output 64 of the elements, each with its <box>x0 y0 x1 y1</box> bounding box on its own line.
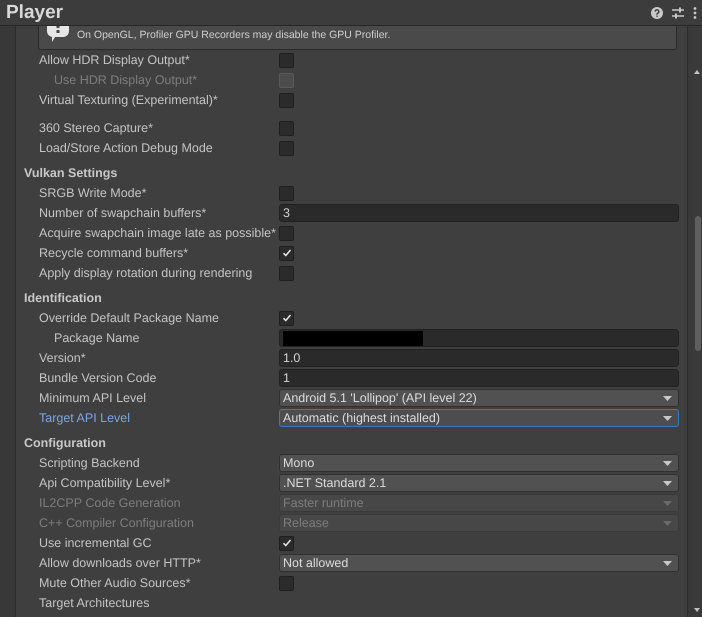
setting-label: Number of swapchain buffers* <box>38 206 208 220</box>
dropdown[interactable]: Not allowed <box>279 554 679 572</box>
scroll-down-icon[interactable] <box>694 608 700 612</box>
setting-label: Override Default Package Name <box>38 311 220 325</box>
input-field[interactable] <box>279 329 679 347</box>
warning-text: On OpenGL, Profiler GPU Recorders may disable the GPU Profiler. <box>77 29 390 41</box>
check-icon <box>282 313 292 323</box>
section-header: Vulkan Settings <box>24 165 118 182</box>
checkbox[interactable] <box>279 52 294 68</box>
checkbox[interactable] <box>279 246 294 260</box>
scroll-up-icon[interactable] <box>694 70 700 74</box>
checkbox[interactable] <box>279 140 294 156</box>
setting-label: Scripting Backend <box>38 456 141 470</box>
dropdown[interactable]: Mono <box>279 454 679 472</box>
input-field[interactable]: 3 <box>279 204 679 222</box>
section-header: Identification <box>24 290 103 307</box>
checkbox[interactable] <box>279 226 294 240</box>
checkbox[interactable] <box>279 266 294 280</box>
setting-label: Package Name <box>53 331 140 345</box>
checkbox[interactable] <box>279 92 294 108</box>
setting-label: 360 Stereo Capture* <box>38 121 154 135</box>
checkbox[interactable] <box>279 310 294 326</box>
help-icon[interactable] <box>651 6 663 18</box>
setting-label: SRGB Write Mode* <box>38 186 148 200</box>
caret-icon <box>663 520 672 526</box>
setting-label: Virtual Texturing (Experimental)* <box>38 93 219 107</box>
checkbox[interactable] <box>279 536 294 550</box>
setting-label: Recycle command buffers* <box>38 246 190 260</box>
caret-icon <box>663 416 672 420</box>
checkbox[interactable] <box>279 120 294 136</box>
setting-label: Apply display rotation during rendering <box>38 266 254 280</box>
input-field[interactable]: 1.0 <box>279 349 679 367</box>
caret-icon <box>663 460 672 466</box>
setting-label: C++ Compiler Configuration <box>38 516 195 530</box>
setting-label: Allow HDR Display Output* <box>38 53 191 67</box>
setting-label: Allow downloads over HTTP* <box>38 556 202 570</box>
check-icon <box>282 538 292 548</box>
window-title: Player <box>6 2 64 24</box>
check-icon <box>282 248 292 258</box>
dropdown[interactable]: Automatic (highest installed) <box>279 409 679 427</box>
setting-label: Use HDR Display Output* <box>53 73 198 87</box>
input-field[interactable]: 1 <box>279 369 679 387</box>
setting-label: Use incremental GC <box>38 536 153 550</box>
setting-label: Acquire swapchain image late as possible* <box>38 226 277 240</box>
checkbox[interactable] <box>279 576 294 590</box>
checkbox[interactable] <box>279 186 294 200</box>
setting-label: Minimum API Level <box>38 391 147 405</box>
setting-label: Api Compatibility Level* <box>38 476 172 490</box>
caret-icon <box>663 500 672 506</box>
setting-label: Target API Level <box>38 411 132 425</box>
dropdown[interactable]: .NET Standard 2.1 <box>279 474 679 492</box>
settings-icon[interactable] <box>672 6 684 18</box>
setting-label: Target Architectures <box>38 596 150 610</box>
caret-icon <box>663 396 672 400</box>
setting-label: Mute Other Audio Sources* <box>38 576 192 590</box>
section-header: Configuration <box>24 435 107 452</box>
setting-label: IL2CPP Code Generation <box>38 496 182 510</box>
setting-label: Bundle Version Code <box>38 371 158 385</box>
dropdown[interactable]: Android 5.1 'Lollipop' (API level 22) <box>279 389 679 407</box>
more-icon[interactable] <box>693 6 697 18</box>
setting-label: Load/Store Action Debug Mode <box>38 141 214 155</box>
caret-icon <box>663 480 672 486</box>
caret-icon <box>663 560 672 566</box>
setting-label: Version* <box>38 351 87 365</box>
